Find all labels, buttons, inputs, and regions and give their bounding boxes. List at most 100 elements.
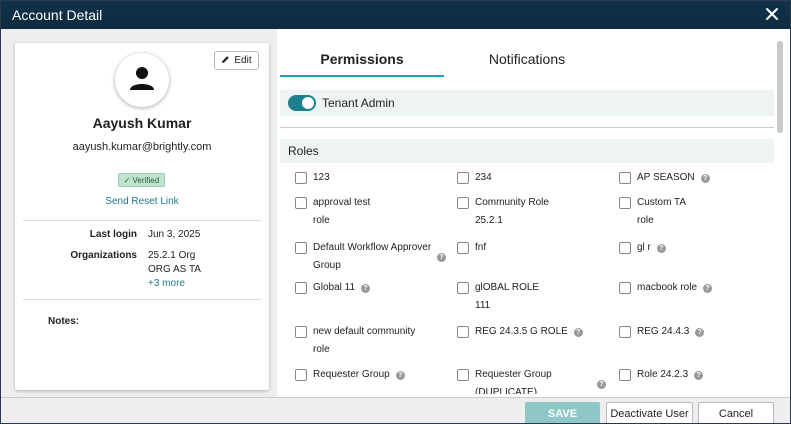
roles-header: Roles — [280, 139, 774, 163]
role-label: REG 24.4.3 — [637, 323, 689, 341]
cancel-button[interactable]: Cancel — [698, 402, 774, 423]
help-icon[interactable]: ? — [597, 380, 606, 389]
role-label: AP SEASON — [637, 169, 695, 187]
help-icon[interactable]: ? — [703, 284, 713, 293]
role-label-line: Default Workflow Approver — [313, 242, 432, 253]
scrollbar-thumb[interactable] — [777, 41, 783, 133]
role-label-line: REG 24.3.5 G ROLE — [475, 326, 568, 337]
role-checkbox[interactable] — [619, 326, 631, 338]
avatar — [115, 53, 169, 107]
pencil-icon — [221, 55, 230, 67]
role-label-line: approval test — [313, 197, 371, 208]
role-label-line: 123 — [313, 172, 330, 183]
tab-permissions[interactable]: Permissions — [280, 51, 444, 67]
verified-label: Verified — [132, 175, 160, 185]
role-checkbox[interactable] — [295, 172, 307, 184]
role-checkbox[interactable] — [457, 282, 469, 294]
role-checkbox[interactable] — [295, 326, 307, 338]
role-checkbox[interactable] — [457, 242, 469, 254]
help-icon[interactable]: ? — [694, 371, 704, 380]
role-label: glOBAL ROLE 111 — [475, 279, 539, 315]
role-checkbox[interactable] — [457, 172, 469, 184]
role-label-line: 111 — [475, 300, 491, 311]
more-organizations-link[interactable]: +3 more — [148, 277, 201, 291]
role-checkbox[interactable] — [457, 326, 469, 338]
role-label: new default community role — [313, 323, 415, 359]
role-label: gl r — [637, 239, 651, 257]
help-icon[interactable]: ? — [573, 328, 583, 337]
role-label: Role 24.2.3 — [637, 366, 688, 384]
role-label-line: REG 24.4.3 — [637, 326, 690, 337]
role-label-line: Requester Group — [313, 369, 390, 380]
role-label-line: Group — [313, 260, 341, 271]
organizations-label: Organizations — [70, 250, 137, 261]
roles-title: Roles — [288, 144, 319, 158]
role-label-line: (DUPLICATE) — [475, 387, 538, 394]
role-label: macbook role — [637, 279, 697, 297]
role-label: 123 — [313, 169, 330, 187]
tenant-admin-toggle[interactable] — [288, 95, 316, 111]
role-checkbox[interactable] — [619, 172, 631, 184]
tab-notifications[interactable]: Notifications — [445, 51, 609, 67]
role-checkbox[interactable] — [619, 242, 631, 254]
dialog-footer: SAVE Deactivate User Cancel — [1, 397, 790, 423]
role-checkbox[interactable] — [295, 242, 307, 254]
role-checkbox[interactable] — [619, 369, 631, 381]
help-icon[interactable]: ? — [361, 284, 371, 293]
role-checkbox[interactable] — [619, 282, 631, 294]
role-label: Requester Group (DUPLICATE) — [475, 366, 552, 394]
role-checkbox[interactable] — [295, 197, 307, 209]
divider — [23, 299, 261, 300]
role-checkbox[interactable] — [295, 282, 307, 294]
role-label-line: Requester Group — [475, 369, 552, 380]
user-email: aayush.kumar@brightly.com — [72, 141, 212, 153]
role-label-line: Role 24.2.3 — [637, 369, 689, 380]
help-icon[interactable]: ? — [695, 328, 705, 337]
role-label-line: 234 — [475, 172, 492, 183]
organizations-list: 25.2.1 Org ORG AS TA +3 more — [148, 249, 201, 291]
role-label: Community Role 25.2.1 — [475, 194, 549, 230]
divider — [280, 127, 774, 128]
role-checkbox[interactable] — [457, 197, 469, 209]
save-button[interactable]: SAVE — [525, 402, 600, 423]
role-label: 234 — [475, 169, 492, 187]
role-label: Requester Group — [313, 366, 390, 384]
help-icon[interactable]: ? — [700, 174, 710, 183]
active-tab-indicator — [280, 75, 444, 77]
deactivate-user-button[interactable]: Deactivate User — [606, 402, 693, 423]
send-reset-link[interactable]: Send Reset Link — [15, 196, 269, 207]
organization-item: ORG AS TA — [148, 264, 201, 275]
account-detail-dialog: Account Detail Edit Aayush Kumar aayush.… — [0, 0, 791, 424]
role-label-line: role — [637, 215, 654, 226]
role-label-line: glOBAL ROLE — [475, 282, 540, 293]
title-bar: Account Detail — [1, 1, 790, 29]
tenant-admin-label: Tenant Admin — [322, 96, 395, 110]
role-checkbox[interactable] — [619, 197, 631, 209]
role-label-line: role — [313, 344, 330, 355]
tenant-admin-row: Tenant Admin — [280, 90, 774, 116]
check-icon: ✓ — [123, 175, 131, 185]
role-checkbox[interactable] — [295, 369, 307, 381]
help-icon[interactable]: ? — [437, 253, 446, 262]
role-checkbox[interactable] — [457, 369, 469, 381]
organization-item: 25.2.1 Org — [148, 250, 196, 261]
role-label-line: fnf — [475, 242, 487, 253]
role-label: Default Workflow Approver Group — [313, 239, 431, 275]
last-login-label: Last login — [89, 229, 137, 240]
user-icon — [128, 64, 156, 97]
help-icon[interactable]: ? — [656, 244, 666, 253]
permissions-panel: Permissions Notifications Tenant Admin R… — [277, 29, 790, 397]
role-label: Global 11 — [313, 279, 355, 297]
notes-label: Notes: — [48, 316, 80, 327]
role-label: Custom TA role — [637, 194, 686, 230]
last-login-value: Jun 3, 2025 — [148, 229, 201, 240]
edit-label: Edit — [234, 55, 252, 66]
help-icon[interactable]: ? — [395, 371, 405, 380]
profile-card: Edit Aayush Kumar aayush.kumar@brightly.… — [15, 43, 269, 390]
role-label-line: AP SEASON — [637, 172, 695, 183]
close-icon[interactable] — [764, 5, 780, 23]
edit-button[interactable]: Edit — [214, 51, 259, 70]
verified-badge: ✓ Verified — [118, 173, 165, 187]
role-label: approval test role — [313, 194, 370, 230]
role-label-line: Global 11 — [313, 282, 356, 293]
